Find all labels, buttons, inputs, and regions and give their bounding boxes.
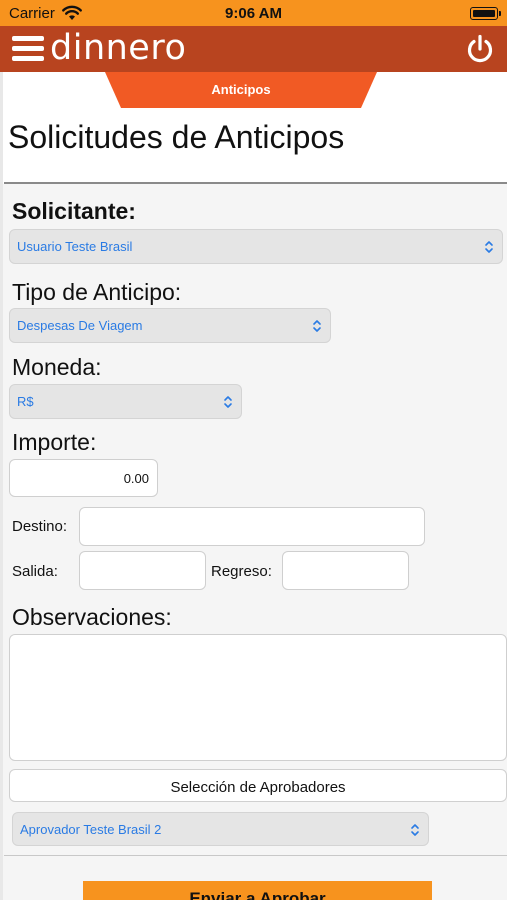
app-bar: dinnero	[0, 26, 507, 72]
chevron-up-down-icon	[411, 824, 419, 836]
importe-value: 0.00	[123, 471, 149, 486]
salida-input[interactable]	[79, 551, 206, 590]
observaciones-textarea[interactable]	[9, 634, 507, 761]
battery-icon	[470, 7, 501, 20]
importe-label: Importe:	[12, 429, 97, 455]
chevron-up-down-icon	[485, 241, 493, 253]
approver-value: Aprovador Teste Brasil 2	[20, 822, 162, 837]
chevron-up-down-icon	[313, 320, 321, 332]
moneda-value: R$	[17, 394, 34, 409]
bottom-divider	[4, 855, 507, 856]
destino-label: Destino:	[12, 518, 68, 535]
tab-anticipos[interactable]: Anticipos	[105, 72, 377, 108]
destino-input[interactable]	[79, 507, 425, 546]
salida-label: Salida:	[12, 563, 58, 580]
regreso-input[interactable]	[282, 551, 409, 590]
clock: 9:06 AM	[225, 5, 282, 22]
tipo-anticipo-value: Despesas De Viagem	[17, 318, 143, 333]
moneda-label: Moneda:	[12, 354, 102, 380]
importe-input[interactable]: 0.00	[9, 459, 158, 497]
status-bar: Carrier 9:06 AM	[0, 0, 507, 26]
tab-label: Anticipos	[211, 82, 271, 97]
power-icon[interactable]	[465, 34, 495, 64]
select-approvers-label: Selección de Aprobadores	[170, 779, 346, 796]
solicitante-label: Solicitante:	[12, 198, 136, 224]
approver-select[interactable]: Aprovador Teste Brasil 2	[12, 812, 429, 846]
send-for-approval-button[interactable]: Enviar a Aprobar	[83, 881, 432, 900]
tipo-anticipo-label: Tipo de Anticipo:	[12, 279, 182, 305]
app-logo: dinnero	[50, 28, 187, 68]
solicitante-value: Usuario Teste Brasil	[17, 239, 133, 254]
select-approvers-button[interactable]: Selección de Aprobadores	[9, 769, 507, 802]
chevron-up-down-icon	[224, 396, 232, 408]
solicitante-select[interactable]: Usuario Teste Brasil	[9, 229, 503, 264]
observaciones-label: Observaciones:	[12, 604, 172, 630]
send-for-approval-label: Enviar a Aprobar	[189, 889, 326, 900]
regreso-label: Regreso:	[211, 563, 272, 580]
page-title: Solicitudes de Anticipos	[8, 119, 345, 155]
tipo-anticipo-select[interactable]: Despesas De Viagem	[9, 308, 331, 343]
hamburger-menu-icon[interactable]	[12, 36, 44, 62]
moneda-select[interactable]: R$	[9, 384, 242, 419]
